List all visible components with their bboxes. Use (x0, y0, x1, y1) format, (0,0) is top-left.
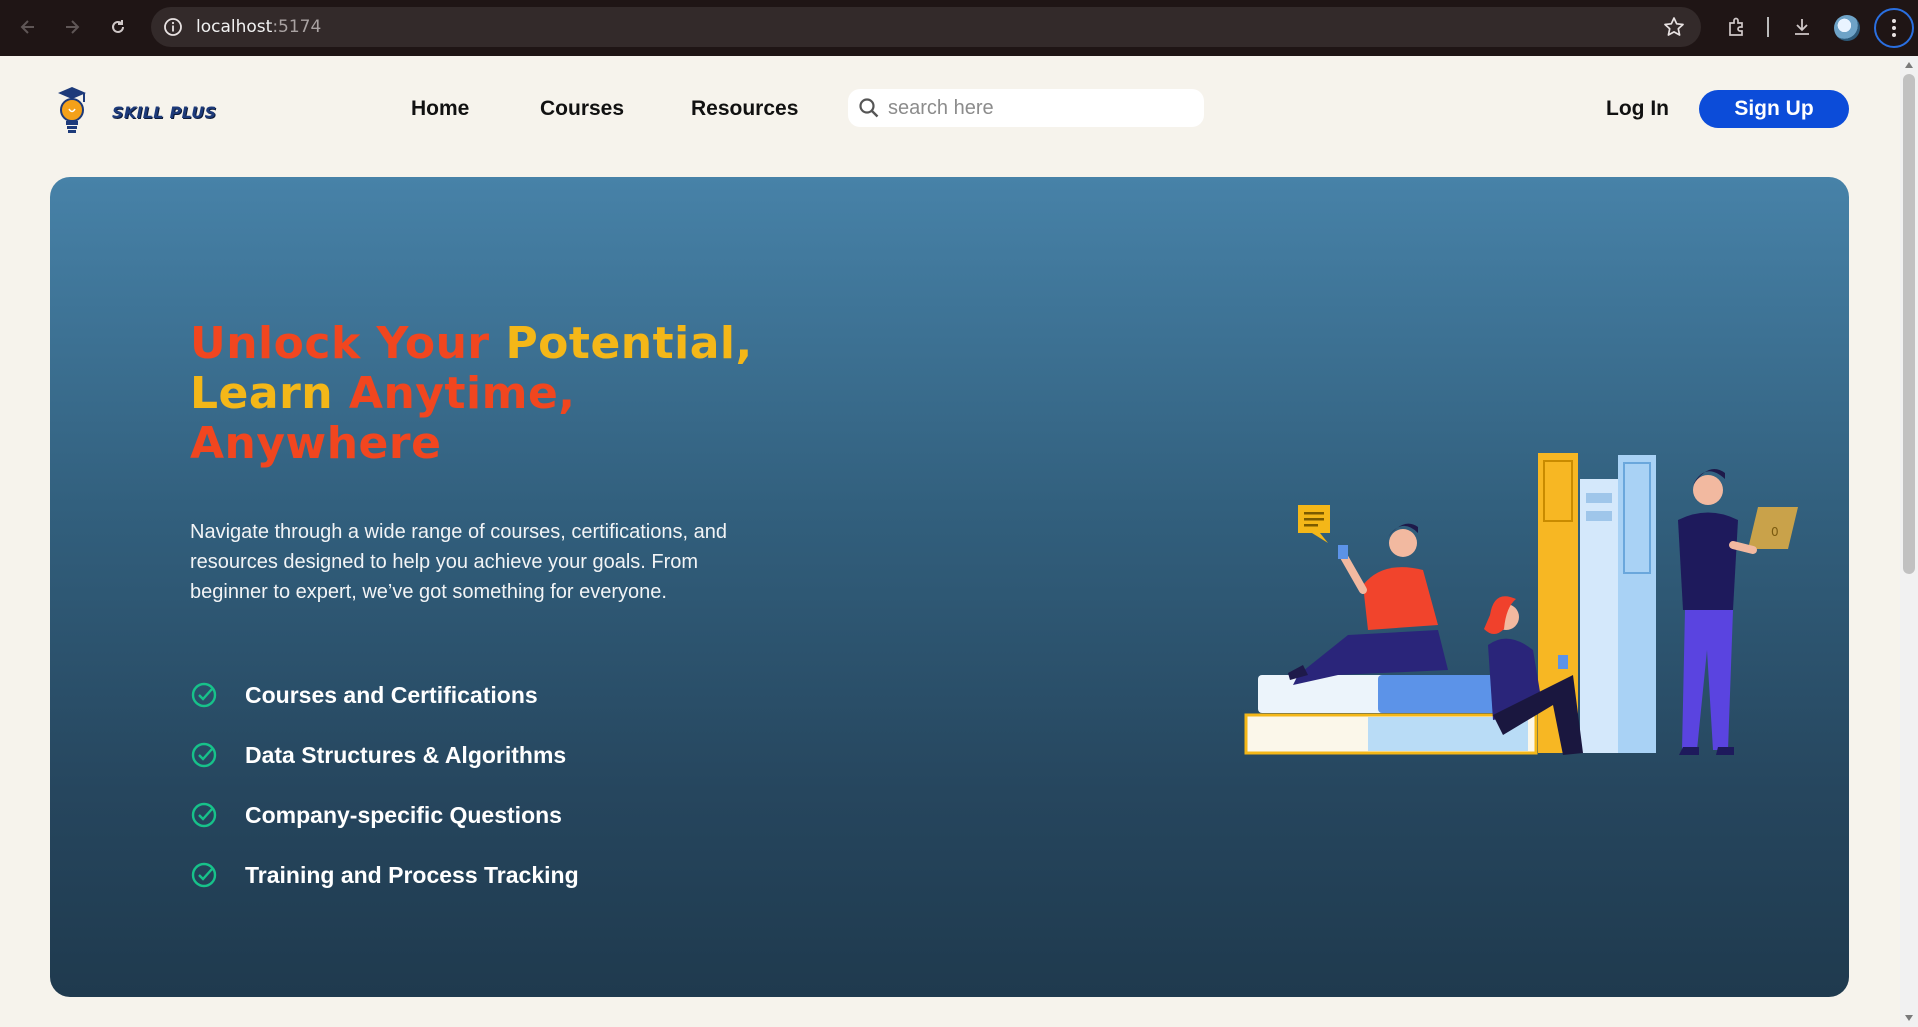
kebab-menu-icon (1892, 19, 1896, 37)
forward-button[interactable] (58, 13, 86, 41)
profile-avatar[interactable] (1834, 15, 1860, 41)
url-host: localhost (196, 17, 273, 37)
laptop-icon: 0 (1748, 507, 1798, 549)
headline-word-potential: Potential, (505, 318, 753, 369)
feature-item: Courses and Certifications (190, 665, 579, 725)
headline-word-unlock-your: Unlock Your (190, 318, 490, 369)
downloads-button[interactable] (1789, 14, 1815, 40)
feature-item: Data Structures & Algorithms (190, 725, 579, 785)
chat-bubble-icon (1298, 505, 1330, 543)
download-icon (1795, 19, 1809, 35)
brand-name[interactable]: SKILL PLUS (112, 103, 216, 122)
hero-section: Unlock Your Potential, Learn Anytime, An… (50, 177, 1849, 997)
check-circle-icon (191, 742, 217, 768)
feature-list: Courses and Certifications Data Structur… (190, 665, 579, 905)
browser-menu-button[interactable] (1874, 8, 1914, 48)
hero-headline: Unlock Your Potential, Learn Anytime, An… (190, 319, 753, 469)
headline-word-learn: Learn (190, 368, 334, 419)
lightbulb-graduation-cap-logo-icon[interactable] (52, 85, 92, 137)
check-circle-icon (191, 802, 217, 828)
signup-button[interactable]: Sign Up (1699, 90, 1849, 128)
nav-home[interactable]: Home (411, 97, 469, 121)
search-box[interactable] (848, 89, 1204, 127)
feature-label: Courses and Certifications (245, 681, 538, 708)
bookmark-star-icon[interactable] (1663, 16, 1685, 38)
check-circle-icon (191, 682, 217, 708)
students-with-books-illustration: 0 (1244, 453, 1798, 755)
arrow-left-icon (20, 20, 34, 34)
hero-description: Navigate through a wide range of courses… (190, 521, 727, 603)
url-port: :5174 (272, 17, 322, 37)
nav-resources[interactable]: Resources (691, 97, 798, 121)
search-input[interactable] (888, 94, 1188, 122)
page-bottom (0, 1000, 1900, 1027)
back-button[interactable] (14, 13, 42, 41)
browser-toolbar: localhost:5174 (0, 0, 1918, 56)
check-circle-icon (191, 862, 217, 888)
scroll-thumb[interactable] (1903, 74, 1915, 574)
feature-item: Company-specific Questions (190, 785, 579, 845)
site-info-icon[interactable] (163, 17, 183, 37)
search-icon (859, 98, 879, 118)
headline-word-anytime: Anytime, (348, 368, 576, 419)
laptop-badge: 0 (1771, 525, 1779, 539)
headline-word-anywhere: Anywhere (190, 418, 442, 469)
toolbar-divider (1767, 17, 1769, 37)
extensions-button[interactable] (1724, 14, 1750, 40)
nav-courses[interactable]: Courses (540, 97, 624, 121)
arrow-right-icon (66, 20, 80, 34)
reload-icon (112, 20, 124, 33)
scroll-up-arrow-icon[interactable] (1905, 62, 1913, 68)
feature-item: Training and Process Tracking (190, 845, 579, 905)
login-link[interactable]: Log In (1606, 97, 1669, 121)
address-bar[interactable]: localhost:5174 (151, 7, 1701, 47)
puzzle-icon (1729, 17, 1743, 36)
page-scrollbar[interactable] (1900, 56, 1918, 1027)
feature-label: Training and Process Tracking (245, 861, 579, 888)
reload-button[interactable] (104, 13, 132, 41)
url-text: localhost:5174 (196, 17, 321, 37)
feature-label: Company-specific Questions (245, 801, 562, 828)
scroll-down-arrow-icon[interactable] (1905, 1015, 1913, 1021)
feature-label: Data Structures & Algorithms (245, 741, 567, 768)
